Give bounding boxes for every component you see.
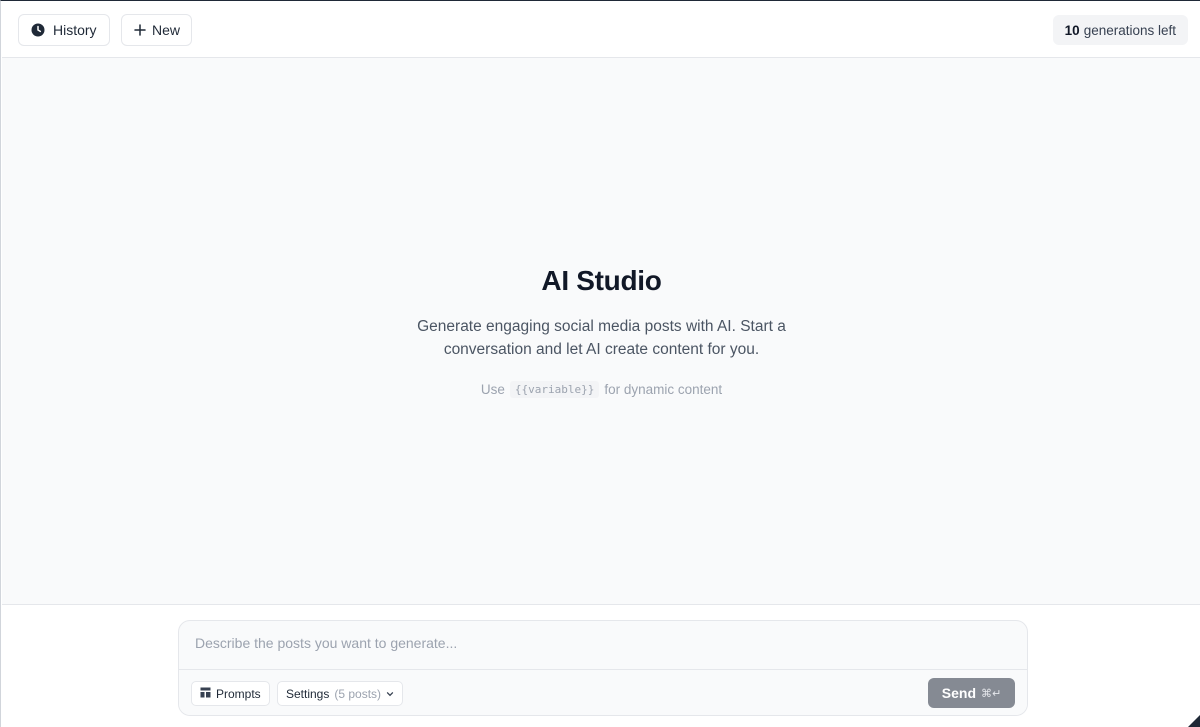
composer-toolbar: Prompts Settings (5 posts) Send ⌘↵ bbox=[179, 669, 1027, 715]
chevron-down-icon bbox=[386, 687, 394, 701]
new-button[interactable]: New bbox=[121, 14, 192, 46]
composer: Prompts Settings (5 posts) Send ⌘↵ bbox=[178, 620, 1028, 716]
page-title: AI Studio bbox=[541, 265, 662, 296]
variable-code: {{variable}} bbox=[509, 381, 600, 398]
plus-icon bbox=[134, 24, 146, 36]
page-description: Generate engaging social media posts wit… bbox=[417, 318, 786, 358]
hint-suffix: for dynamic content bbox=[604, 382, 723, 397]
send-button[interactable]: Send ⌘↵ bbox=[928, 678, 1015, 708]
clock-icon bbox=[31, 23, 45, 37]
hint-prefix: Use bbox=[480, 382, 505, 397]
resize-handle[interactable] bbox=[1188, 715, 1200, 727]
generations-badge: 10 generations left bbox=[1052, 15, 1188, 45]
send-shortcut: ⌘↵ bbox=[981, 687, 1002, 700]
template-icon bbox=[200, 687, 211, 701]
settings-detail: (5 posts) bbox=[334, 686, 382, 701]
top-bar: History New 10 generations left bbox=[2, 2, 1200, 58]
empty-state: AI Studio Generate engaging social media… bbox=[2, 263, 1200, 398]
prompt-input[interactable] bbox=[179, 621, 1027, 669]
generations-count: 10 bbox=[1064, 22, 1080, 38]
settings-dropdown[interactable]: Settings (5 posts) bbox=[277, 681, 404, 706]
variable-hint: Use {{variable}} for dynamic content bbox=[2, 381, 1200, 398]
history-label: History bbox=[53, 22, 97, 38]
history-button[interactable]: History bbox=[18, 14, 110, 46]
new-label: New bbox=[152, 22, 181, 38]
prompts-label: Prompts bbox=[216, 686, 261, 701]
settings-label: Settings bbox=[286, 686, 330, 701]
main-area: AI Studio Generate engaging social media… bbox=[2, 58, 1200, 604]
composer-area: Prompts Settings (5 posts) Send ⌘↵ bbox=[2, 604, 1200, 727]
send-label: Send bbox=[941, 685, 976, 701]
generations-suffix: generations left bbox=[1083, 22, 1176, 38]
app-window: History New 10 generations left AI Studi… bbox=[0, 0, 1200, 727]
prompts-button[interactable]: Prompts bbox=[191, 681, 270, 706]
